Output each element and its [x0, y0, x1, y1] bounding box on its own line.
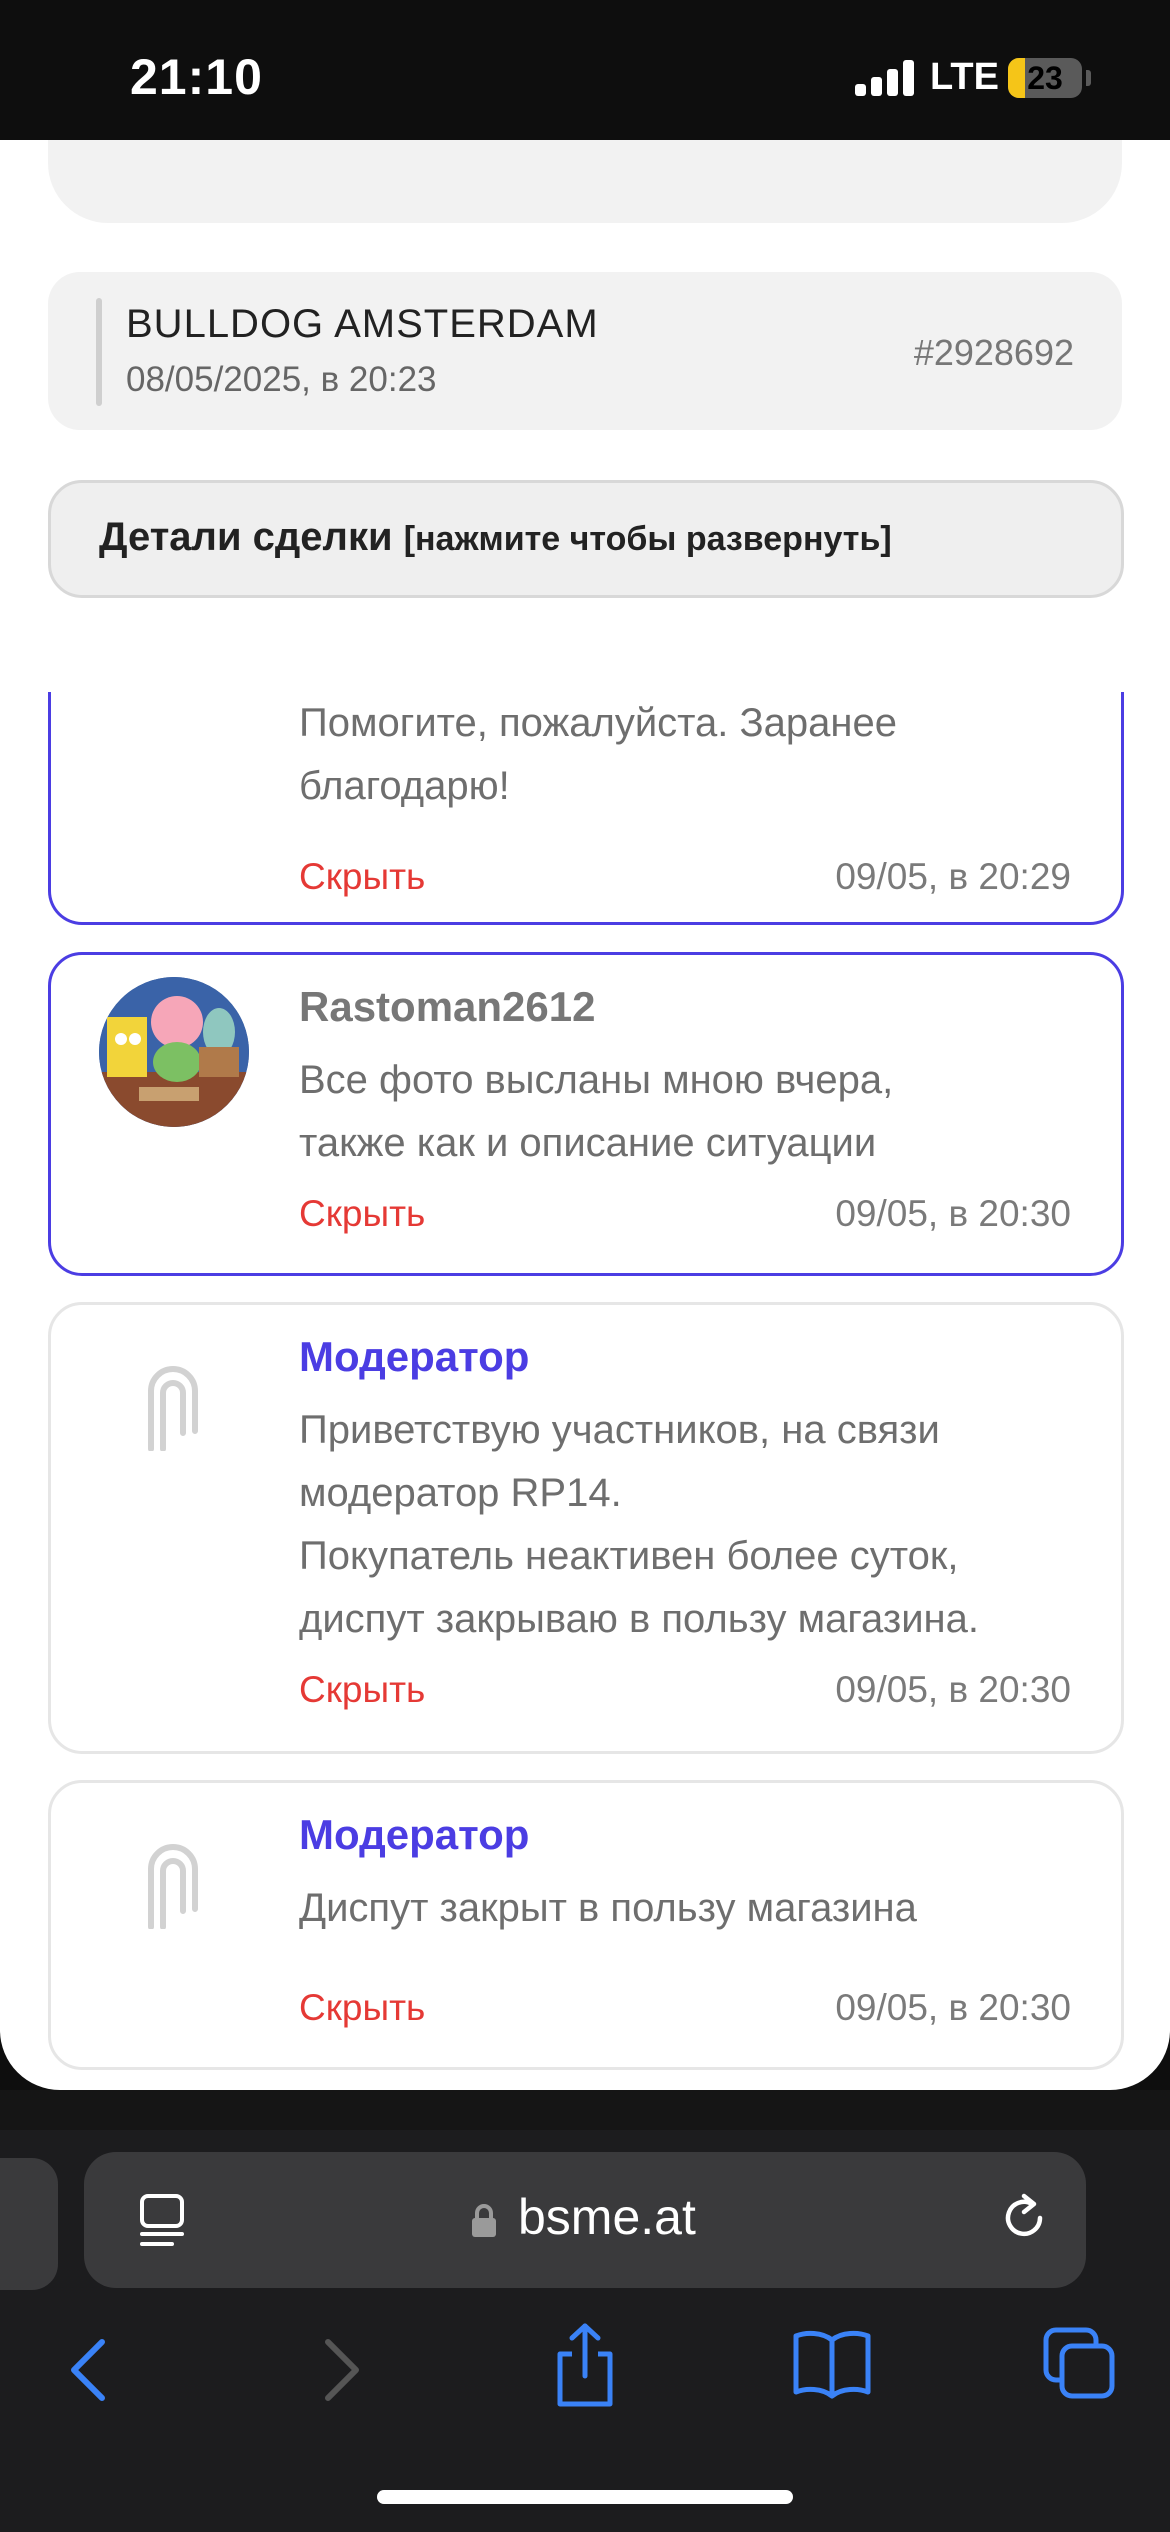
battery-tip	[1086, 70, 1091, 86]
message-text: Диспут закрыт в пользу магазина	[299, 1886, 917, 1930]
signal-icon	[855, 60, 915, 96]
hide-button[interactable]: Скрыть	[299, 856, 425, 898]
web-page: BULLDOG AMSTERDAM 08/05/2025, в 20:23 #2…	[0, 140, 1170, 2090]
reader-icon[interactable]	[136, 2192, 188, 2248]
network-label: LTE	[930, 56, 999, 98]
message-card: Rastoman2612 Все фото высланы мною вчера…	[48, 952, 1124, 1276]
message-author: Модератор	[299, 1811, 530, 1858]
previous-card	[48, 140, 1122, 223]
deal-details-label: Детали сделки	[99, 515, 393, 559]
share-icon[interactable]	[550, 2320, 620, 2410]
browser-toolbar: bsme.at	[0, 2090, 1170, 2532]
message-time: 09/05, в 20:30	[835, 1193, 1071, 1234]
message-text: Все фото высланы мною вчера, также как и…	[299, 1058, 894, 1165]
address-bar[interactable]: bsme.at	[84, 2152, 1086, 2288]
status-time: 21:10	[130, 49, 263, 105]
battery-icon: 23	[1008, 58, 1082, 98]
hide-button[interactable]: Скрыть	[299, 1193, 425, 1235]
message-card: Помогите, пожалуйста. Заранее благодарю!…	[48, 692, 1124, 925]
deal-details-hint: [нажмите чтобы развернуть]	[403, 520, 892, 558]
order-id: #2928692	[913, 332, 1074, 373]
previous-tab[interactable]	[0, 2158, 58, 2290]
back-icon[interactable]	[60, 2330, 120, 2410]
hide-button[interactable]: Скрыть	[299, 1669, 425, 1711]
url-text[interactable]: bsme.at	[518, 2188, 696, 2246]
user-avatar[interactable]	[99, 977, 249, 1127]
reload-icon[interactable]	[994, 2188, 1054, 2248]
status-bar: 21:10 LTE 23	[0, 0, 1170, 140]
moderator-logo-icon	[148, 1844, 198, 1929]
forward-icon[interactable]	[310, 2330, 370, 2410]
message-card: Модератор Диспут закрыт в пользу магазин…	[48, 1780, 1124, 2070]
message-time: 09/05, в 20:30	[835, 1987, 1071, 2028]
shop-name: BULLDOG AMSTERDAM	[126, 302, 599, 346]
bookmarks-icon[interactable]	[792, 2326, 872, 2402]
message-author: Модератор	[299, 1333, 530, 1380]
message-text: Приветствую участников, на связи модерат…	[299, 1408, 979, 1641]
shop-date: 08/05/2025, в 20:23	[126, 360, 437, 399]
moderator-logo-icon	[148, 1366, 198, 1451]
tabs-icon[interactable]	[1042, 2326, 1118, 2402]
battery-percent: 23	[1027, 60, 1063, 96]
browser-divider	[0, 2090, 1170, 2130]
message-card: Модератор Приветствую участников, на свя…	[48, 1302, 1124, 1754]
home-indicator[interactable]	[377, 2490, 793, 2504]
deal-details-toggle[interactable]: Детали сделки [нажмите чтобы развернуть]	[48, 480, 1124, 598]
deal-details-title: Детали сделки [нажмите чтобы развернуть]	[99, 515, 892, 560]
message-time: 09/05, в 20:29	[835, 856, 1071, 897]
message-text: Помогите, пожалуйста. Заранее благодарю!	[299, 701, 897, 808]
lock-icon	[472, 2204, 496, 2237]
shop-card[interactable]: BULLDOG AMSTERDAM 08/05/2025, в 20:23 #2…	[48, 272, 1122, 430]
message-time: 09/05, в 20:30	[835, 1669, 1071, 1710]
hide-button[interactable]: Скрыть	[299, 1987, 425, 2029]
shop-accent-bar	[96, 298, 102, 406]
message-author[interactable]: Rastoman2612	[299, 983, 595, 1031]
